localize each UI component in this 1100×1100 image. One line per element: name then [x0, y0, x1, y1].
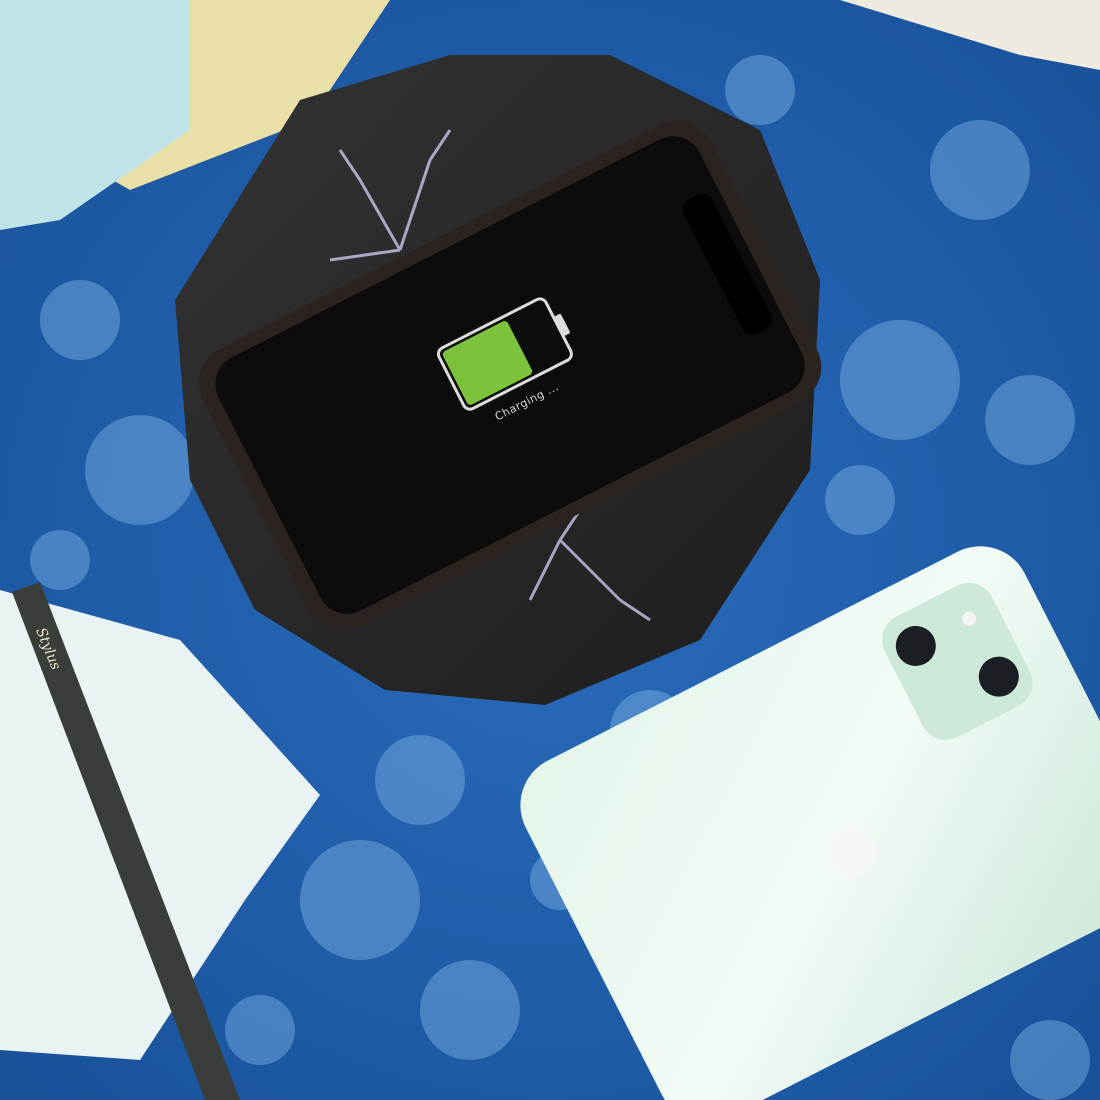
- product-photo: Charging ... Stylus: [0, 0, 1100, 1100]
